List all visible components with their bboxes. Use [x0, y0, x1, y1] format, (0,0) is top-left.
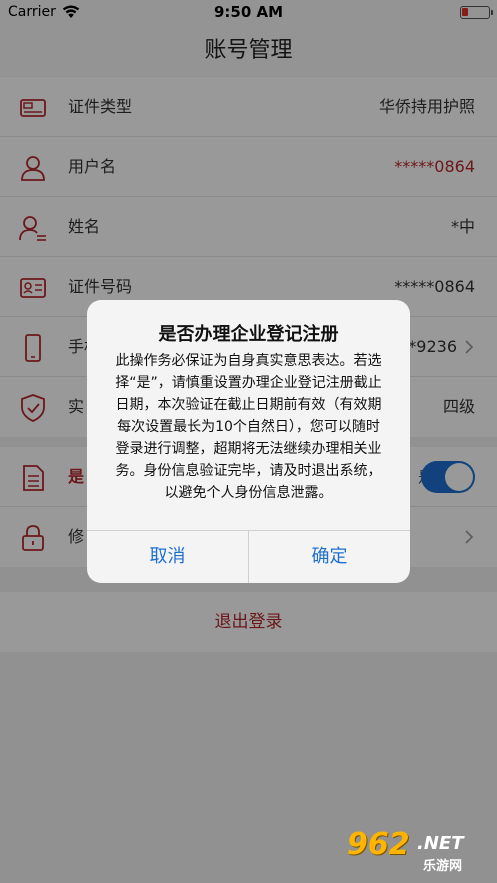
watermark-logo: 962 .NET 乐游网 [347, 827, 487, 874]
watermark-site-name: 乐游网 [423, 859, 463, 874]
dialog-button-bar: 取消 确定 [87, 530, 410, 583]
watermark-net: .NET [417, 833, 464, 854]
watermark-number: 962 [347, 827, 410, 862]
dialog-message: 此操作务必保证为自身真实意思表达。若选择“是”，请慎重设置办理企业登记注册截止日… [115, 353, 382, 501]
confirm-dialog: 是否办理企业登记注册 此操作务必保证为自身真实意思表达。若选择“是”，请慎重设置… [87, 300, 410, 583]
confirm-button[interactable]: 确定 [248, 531, 410, 583]
cancel-button[interactable]: 取消 [87, 531, 248, 583]
dialog-title: 是否办理企业登记注册 [158, 324, 339, 345]
